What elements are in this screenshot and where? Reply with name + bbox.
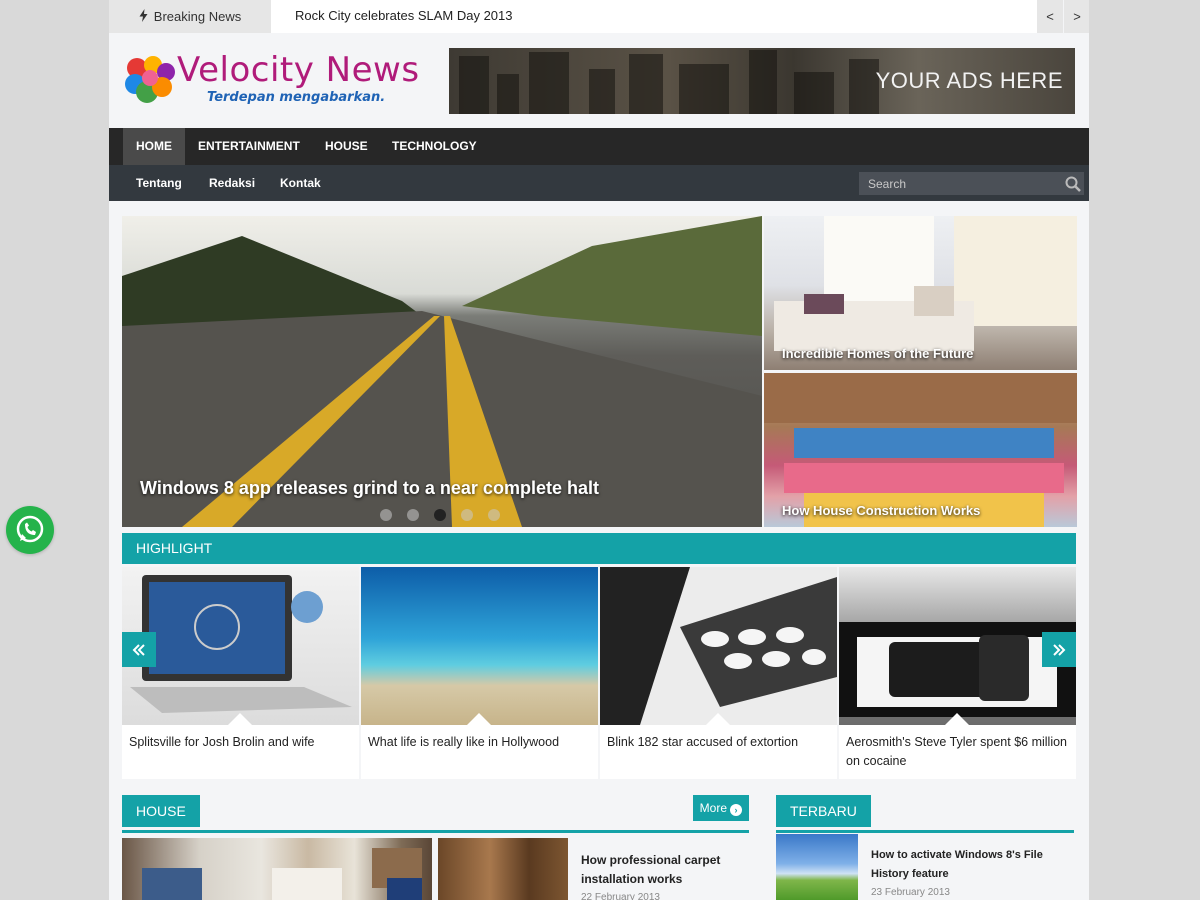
featured-main-caption[interactable]: Windows 8 app releases grind to a near c… (140, 478, 599, 499)
nav-item-redaksi[interactable]: Redaksi (209, 165, 255, 201)
featured-side-caption[interactable]: How House Construction Works (782, 503, 980, 518)
logo-icon[interactable] (123, 54, 179, 106)
ticker-next-button[interactable]: > (1063, 0, 1089, 33)
chevron-circle-right-icon: › (730, 804, 742, 816)
featured-side-caption[interactable]: Incredible Homes of the Future (782, 346, 973, 361)
breaking-headline-link[interactable]: Rock City celebrates SLAM Day 2013 (295, 0, 512, 33)
whatsapp-icon (16, 515, 44, 543)
slider-dots (380, 509, 500, 521)
secondary-nav: Tentang Redaksi Kontak (109, 165, 1089, 201)
highlight-image[interactable] (839, 567, 1076, 725)
slider-dot-4[interactable] (461, 509, 473, 521)
highlight-card[interactable]: Splitsville for Josh Brolin and wife (122, 567, 359, 779)
slider-dot-5[interactable] (488, 509, 500, 521)
terbaru-section-title[interactable]: TERBARU (776, 795, 871, 827)
site-title[interactable]: Velocity News (177, 50, 420, 90)
highlight-title: HIGHLIGHT (136, 540, 213, 556)
highlight-caption[interactable]: What life is really like in Hollywood (368, 733, 590, 752)
featured-main-slide[interactable]: Windows 8 app releases grind to a near c… (122, 216, 762, 527)
highlight-image[interactable] (361, 567, 598, 725)
highlight-image[interactable] (600, 567, 837, 725)
nav-item-entertainment[interactable]: ENTERTAINMENT (185, 128, 313, 165)
terbaru-section-header: TERBARU (776, 795, 1074, 833)
bolt-icon (139, 8, 148, 25)
house-more-button[interactable]: More › (692, 795, 749, 821)
main-nav: HOME ENTERTAINMENT HOUSE TECHNOLOGY (109, 128, 1089, 165)
breaking-news-bar: Breaking News Rock City celebrates SLAM … (109, 0, 1089, 33)
highlight-card[interactable]: Aerosmith's Steve Tyler spent $6 million… (839, 567, 1076, 779)
ticker-prev-button[interactable]: < (1037, 0, 1063, 33)
double-chevron-left-icon (132, 643, 145, 656)
house-post-title[interactable]: How professional carpet installation wor… (581, 851, 746, 889)
terbaru-post-image[interactable] (776, 834, 858, 900)
search-input[interactable] (859, 172, 1084, 195)
whatsapp-button[interactable] (6, 506, 54, 554)
highlight-caption[interactable]: Splitsville for Josh Brolin and wife (129, 733, 351, 752)
double-chevron-right-icon (1053, 643, 1066, 656)
slider-dot-2[interactable] (407, 509, 419, 521)
highlight-caption[interactable]: Aerosmith's Steve Tyler spent $6 million… (846, 733, 1068, 771)
ad-text: YOUR ADS HERE (875, 68, 1063, 93)
highlight-card[interactable]: What life is really like in Hollywood (361, 567, 598, 779)
nav-item-kontak[interactable]: Kontak (280, 165, 321, 201)
more-label: More (699, 801, 727, 815)
house-post-image[interactable] (438, 838, 568, 900)
house-post-image[interactable] (122, 838, 432, 900)
highlight-prev-button[interactable] (122, 632, 156, 667)
search-icon[interactable] (1064, 175, 1082, 193)
breaking-news-label: Breaking News (109, 0, 271, 33)
highlight-caption[interactable]: Blink 182 star accused of extortion (607, 733, 829, 752)
highlight-image[interactable] (122, 567, 359, 725)
highlight-card[interactable]: Blink 182 star accused of extortion (600, 567, 837, 779)
nav-item-house[interactable]: HOUSE (312, 128, 381, 165)
breaking-news-text: Breaking News (153, 9, 242, 24)
featured-side-item[interactable]: How House Construction Works (764, 373, 1077, 527)
nav-item-tentang[interactable]: Tentang (136, 165, 182, 201)
ad-banner[interactable]: YOUR ADS HERE (449, 48, 1075, 114)
slider-dot-1[interactable] (380, 509, 392, 521)
site-tagline: Terdepan mengabarkan. (207, 90, 386, 105)
featured-side-item[interactable]: Incredible Homes of the Future (764, 216, 1077, 370)
nav-item-technology[interactable]: TECHNOLOGY (379, 128, 490, 165)
house-post-date: 22 February 2013 (581, 892, 660, 900)
highlight-next-button[interactable] (1042, 632, 1076, 667)
house-section-title[interactable]: HOUSE (122, 795, 200, 827)
highlight-header: HIGHLIGHT (122, 533, 1076, 564)
slider-dot-3[interactable] (434, 509, 446, 521)
nav-item-home[interactable]: HOME (123, 128, 185, 165)
house-section-header: HOUSE More › (122, 795, 749, 833)
terbaru-post-title[interactable]: How to activate Windows 8's File History… (871, 846, 1071, 884)
page-container: Breaking News Rock City celebrates SLAM … (109, 0, 1089, 900)
terbaru-post-date: 23 February 2013 (871, 887, 950, 898)
